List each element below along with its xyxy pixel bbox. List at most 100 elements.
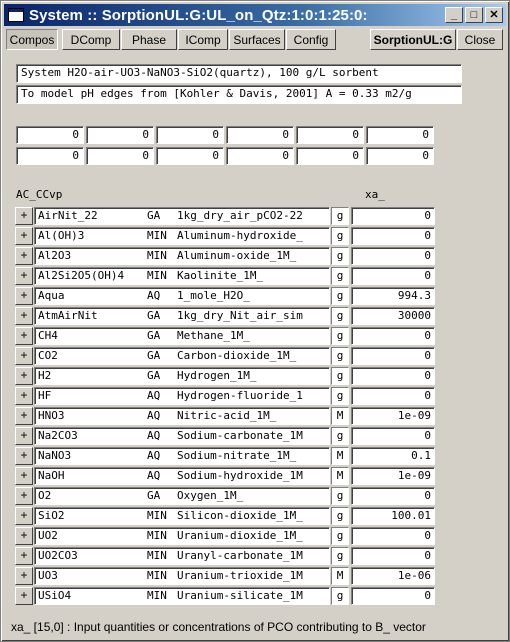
component-cell[interactable]: UO2CO3 MIN Uranyl-carbonate_1M — [34, 547, 330, 565]
quantity-cell[interactable]: 30000 — [351, 307, 435, 325]
grid-cell[interactable]: 0 — [366, 126, 434, 144]
close-window-button[interactable]: ✕ — [485, 7, 503, 23]
quantity-cell[interactable]: 0 — [351, 227, 435, 245]
tab-compos[interactable]: Compos — [6, 29, 58, 50]
unit-cell[interactable]: M — [331, 567, 349, 585]
component-cell[interactable]: Al2O3 MIN Aluminum-oxide_1M_ — [34, 247, 330, 265]
description-line-1[interactable]: System H2O-air-UO3-NaNO3-SiO2(quartz), 1… — [16, 64, 462, 83]
unit-cell[interactable]: g — [331, 487, 349, 505]
grid-cell[interactable]: 0 — [296, 147, 364, 165]
grid-cell[interactable]: 0 — [296, 126, 364, 144]
quantity-cell[interactable]: 0 — [351, 207, 435, 225]
tab-config[interactable]: Config — [286, 29, 336, 50]
component-cell[interactable]: Na2CO3 AQ Sodium-carbonate_1M — [34, 427, 330, 445]
component-cell[interactable]: NaOH AQ Sodium-hydroxide_1M — [34, 467, 330, 485]
unit-cell[interactable]: g — [331, 307, 349, 325]
component-cell[interactable]: AirNit_22 GA 1kg_dry_air_pCO2-22 — [34, 207, 330, 225]
expand-row-button[interactable]: + — [15, 287, 33, 305]
expand-row-button[interactable]: + — [15, 447, 33, 465]
expand-row-button[interactable]: + — [15, 347, 33, 365]
quantity-cell[interactable]: 0 — [351, 527, 435, 545]
expand-row-button[interactable]: + — [15, 227, 33, 245]
unit-cell[interactable]: g — [331, 287, 349, 305]
quantity-cell[interactable]: 0 — [351, 427, 435, 445]
tab-dcomp[interactable]: DComp — [62, 29, 120, 50]
unit-cell[interactable]: g — [331, 267, 349, 285]
component-cell[interactable]: HF AQ Hydrogen-fluoride_1 — [34, 387, 330, 405]
component-cell[interactable]: Aqua AQ 1_mole_H2O_ — [34, 287, 330, 305]
grid-cell[interactable]: 0 — [366, 147, 434, 165]
unit-cell[interactable]: M — [331, 407, 349, 425]
quantity-cell[interactable]: 1e-06 — [351, 567, 435, 585]
description-line-2[interactable]: To model pH edges from [Kohler & Davis, … — [16, 85, 462, 104]
component-cell[interactable]: UO3 MIN Uranium-trioxide_1M — [34, 567, 330, 585]
component-cell[interactable]: NaNO3 AQ Sodium-nitrate_1M_ — [34, 447, 330, 465]
tab-phase[interactable]: Phase — [121, 29, 177, 50]
unit-cell[interactable]: g — [331, 427, 349, 445]
quantity-cell[interactable]: 0 — [351, 387, 435, 405]
grid-cell[interactable]: 0 — [156, 147, 224, 165]
expand-row-button[interactable]: + — [15, 247, 33, 265]
quantity-cell[interactable]: 994.3 — [351, 287, 435, 305]
quantity-cell[interactable]: 0 — [351, 247, 435, 265]
quantity-cell[interactable]: 0.1 — [351, 447, 435, 465]
expand-row-button[interactable]: + — [15, 367, 33, 385]
expand-row-button[interactable]: + — [15, 547, 33, 565]
expand-row-button[interactable]: + — [15, 507, 33, 525]
tab-icomp[interactable]: IComp — [178, 29, 228, 50]
quantity-cell[interactable]: 0 — [351, 487, 435, 505]
expand-row-button[interactable]: + — [15, 487, 33, 505]
expand-row-button[interactable]: + — [15, 567, 33, 585]
unit-cell[interactable]: g — [331, 367, 349, 385]
expand-row-button[interactable]: + — [15, 527, 33, 545]
component-cell[interactable]: CH4 GA Methane_1M_ — [34, 327, 330, 345]
expand-row-button[interactable]: + — [15, 467, 33, 485]
component-cell[interactable]: HNO3 AQ Nitric-acid_1M_ — [34, 407, 330, 425]
component-cell[interactable]: SiO2 MIN Silicon-dioxide_1M_ — [34, 507, 330, 525]
component-cell[interactable]: O2 GA Oxygen_1M_ — [34, 487, 330, 505]
quantity-cell[interactable]: 0 — [351, 267, 435, 285]
component-cell[interactable]: CO2 GA Carbon-dioxide_1M_ — [34, 347, 330, 365]
grid-cell[interactable]: 0 — [226, 147, 294, 165]
unit-cell[interactable]: M — [331, 447, 349, 465]
title-bar[interactable]: System :: SorptionUL:G:UL_on_Qtz:1:0:1:2… — [4, 4, 506, 26]
expand-row-button[interactable]: + — [15, 207, 33, 225]
expand-row-button[interactable]: + — [15, 307, 33, 325]
expand-row-button[interactable]: + — [15, 407, 33, 425]
unit-cell[interactable]: g — [331, 207, 349, 225]
grid-cell[interactable]: 0 — [86, 126, 154, 144]
unit-cell[interactable]: g — [331, 347, 349, 365]
expand-row-button[interactable]: + — [15, 427, 33, 445]
grid-cell[interactable]: 0 — [226, 126, 294, 144]
component-cell[interactable]: UO2 MIN Uranium-dioxide_1M_ — [34, 527, 330, 545]
unit-cell[interactable]: M — [331, 467, 349, 485]
grid-cell[interactable]: 0 — [86, 147, 154, 165]
quantity-cell[interactable]: 1e-09 — [351, 407, 435, 425]
expand-row-button[interactable]: + — [15, 327, 33, 345]
unit-cell[interactable]: g — [331, 507, 349, 525]
quantity-cell[interactable]: 0 — [351, 327, 435, 345]
unit-cell[interactable]: g — [331, 387, 349, 405]
unit-cell[interactable]: g — [331, 327, 349, 345]
grid-cell[interactable]: 0 — [16, 147, 84, 165]
quantity-cell[interactable]: 0 — [351, 347, 435, 365]
quantity-cell[interactable]: 0 — [351, 587, 435, 605]
unit-cell[interactable]: g — [331, 587, 349, 605]
quantity-cell[interactable]: 1e-09 — [351, 467, 435, 485]
unit-cell[interactable]: g — [331, 227, 349, 245]
unit-cell[interactable]: g — [331, 547, 349, 565]
expand-row-button[interactable]: + — [15, 587, 33, 605]
component-cell[interactable]: AtmAirNit GA 1kg_dry_Nit_air_sim — [34, 307, 330, 325]
component-cell[interactable]: H2 GA Hydrogen_1M_ — [34, 367, 330, 385]
grid-cell[interactable]: 0 — [16, 126, 84, 144]
quantity-cell[interactable]: 0 — [351, 547, 435, 565]
minimize-button[interactable]: _ — [445, 7, 463, 23]
component-cell[interactable]: Al(OH)3 MIN Aluminum-hydroxide_ — [34, 227, 330, 245]
tab-surfaces[interactable]: Surfaces — [229, 29, 285, 50]
maximize-button[interactable]: □ — [465, 7, 483, 23]
expand-row-button[interactable]: + — [15, 387, 33, 405]
close-button[interactable]: Close — [457, 29, 503, 50]
component-cell[interactable]: Al2Si2O5(OH)4 MIN Kaolinite_1M_ — [34, 267, 330, 285]
component-cell[interactable]: USiO4 MIN Uranium-silicate_1M — [34, 587, 330, 605]
unit-cell[interactable]: g — [331, 247, 349, 265]
